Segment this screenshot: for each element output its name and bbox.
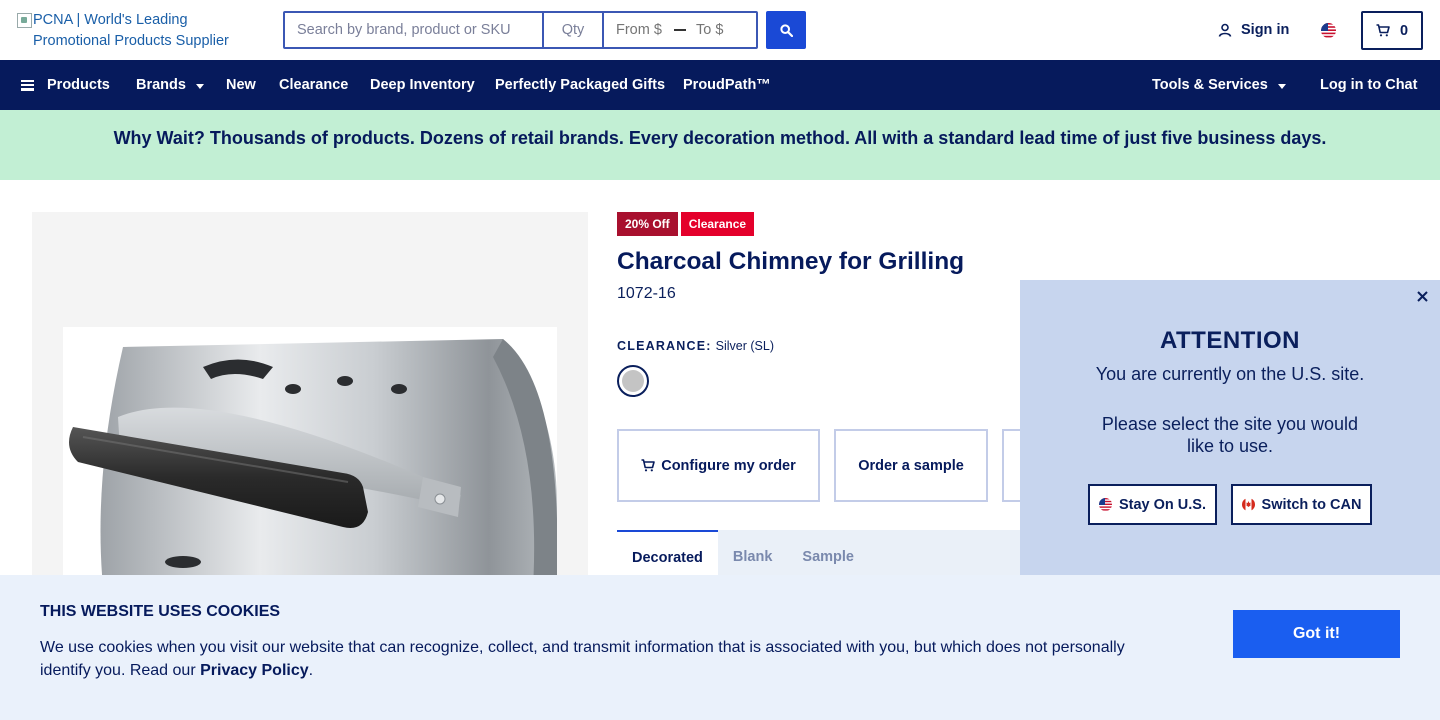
switch-to-can-label: Switch to CAN — [1261, 496, 1362, 513]
product-image[interactable] — [32, 212, 588, 575]
configure-order-label: Configure my order — [661, 457, 796, 474]
tab-decorated[interactable]: Decorated — [617, 530, 718, 575]
nav-products-label: Products — [47, 77, 110, 93]
product-sku: 1072-16 — [617, 285, 676, 302]
qty-input[interactable] — [542, 13, 604, 47]
search-bar — [283, 11, 758, 49]
got-it-button[interactable]: Got it! — [1233, 610, 1400, 658]
cookie-banner: THIS WEBSITE USES COOKIES We use cookies… — [0, 575, 1440, 720]
nav-deep-inventory-label: Deep Inventory — [370, 77, 475, 93]
tab-blank[interactable]: Blank — [718, 530, 788, 575]
tab-sample-label: Sample — [802, 549, 855, 565]
nav-brands[interactable]: Brands — [136, 60, 204, 110]
us-flag-icon[interactable] — [1321, 23, 1336, 38]
nav-packaged-gifts-label: Perfectly Packaged Gifts — [495, 77, 666, 93]
caret-down-icon — [195, 84, 204, 89]
nav-clearance-label: Clearance — [279, 77, 349, 93]
configure-order-button[interactable]: Configure my order — [617, 429, 820, 502]
nav-deep-inventory[interactable]: Deep Inventory — [370, 60, 475, 110]
popup-select-site-text: Please select the site you would like to… — [1101, 414, 1359, 456]
nav-clearance[interactable]: Clearance — [279, 60, 348, 110]
nav-new-label: New — [226, 77, 256, 93]
logo-alt-text: PCNA | World's Leading Promotional Produ… — [33, 12, 229, 49]
color-label: CLEARANCE: — [617, 339, 712, 353]
switch-to-can-button[interactable]: Switch to CAN — [1231, 484, 1372, 525]
color-value: Silver (SL) — [715, 339, 774, 353]
search-button[interactable] — [766, 11, 806, 49]
tab-blank-label: Blank — [732, 549, 773, 565]
color-swatch-silver[interactable] — [617, 365, 649, 397]
order-sample-label: Order a sample — [858, 457, 964, 474]
color-selection-label: CLEARANCE: Silver (SL) — [617, 339, 774, 353]
main-nav: Products Brands New Clearance Deep Inven… — [0, 60, 1440, 110]
caret-down-icon — [1277, 84, 1286, 89]
nav-chat-label: Log in to Chat — [1320, 77, 1418, 93]
close-icon[interactable] — [1414, 288, 1430, 304]
nav-proudpath-label: ProudPath™ — [683, 77, 771, 93]
cart-count: 0 — [1399, 22, 1409, 39]
product-title: Charcoal Chimney for Grilling — [617, 248, 965, 275]
hamburger-icon — [21, 79, 34, 91]
price-range-dash — [670, 13, 690, 47]
site-header: PCNA | World's Leading Promotional Produ… — [0, 0, 1440, 60]
stay-on-us-button[interactable]: Stay On U.S. — [1088, 484, 1217, 525]
canada-flag-icon — [1241, 498, 1255, 511]
cookie-text: We use cookies when you visit our websit… — [40, 636, 1150, 682]
charcoal-chimney-illustration — [69, 339, 557, 575]
promo-banner: Why Wait? Thousands of products. Dozens … — [0, 110, 1440, 180]
popup-title: ATTENTION — [1159, 327, 1301, 354]
user-icon — [1218, 23, 1232, 37]
promo-banner-text: Why Wait? Thousands of products. Dozens … — [113, 128, 1327, 148]
order-sample-button[interactable]: Order a sample — [834, 429, 988, 502]
cart-icon — [641, 459, 656, 472]
price-from-input[interactable] — [604, 13, 670, 47]
cart-icon — [1376, 24, 1390, 37]
search-input[interactable] — [285, 13, 542, 47]
popup-current-site-text: You are currently on the U.S. site. — [1095, 364, 1365, 384]
privacy-policy-link[interactable]: Privacy Policy — [200, 662, 309, 679]
tab-sample[interactable]: Sample — [787, 530, 869, 575]
sign-in-link[interactable]: Sign in — [1218, 22, 1289, 38]
nav-new[interactable]: New — [226, 60, 256, 110]
nav-tools-label: Tools & Services — [1152, 77, 1268, 93]
us-flag-icon — [1098, 498, 1112, 511]
site-logo[interactable]: PCNA | World's Leading Promotional Produ… — [17, 10, 267, 52]
nav-products[interactable]: Products — [21, 60, 110, 110]
stay-on-us-label: Stay On U.S. — [1118, 496, 1207, 513]
broken-image-icon — [17, 13, 32, 28]
search-icon — [779, 23, 793, 37]
nav-tools-services[interactable]: Tools & Services — [1152, 60, 1286, 110]
discount-badge: 20% Off — [617, 212, 678, 236]
clearance-badge: Clearance — [680, 212, 755, 236]
site-selection-popup: ATTENTION You are currently on the U.S. … — [1020, 280, 1440, 575]
cart-button[interactable]: 0 — [1361, 11, 1423, 50]
tab-decorated-label: Decorated — [632, 550, 703, 566]
cookie-title: THIS WEBSITE USES COOKIES — [40, 603, 281, 620]
nav-packaged-gifts[interactable]: Perfectly Packaged Gifts — [495, 60, 665, 110]
price-to-input[interactable] — [690, 13, 756, 47]
product-photo — [63, 327, 557, 575]
cookie-text-end: . — [308, 662, 314, 679]
product-badges: 20% Off Clearance — [617, 212, 755, 236]
nav-proudpath[interactable]: ProudPath™ — [683, 60, 771, 110]
nav-brands-label: Brands — [136, 77, 186, 93]
sign-in-label: Sign in — [1241, 22, 1290, 38]
nav-log-in-to-chat[interactable]: Log in to Chat — [1320, 60, 1417, 110]
